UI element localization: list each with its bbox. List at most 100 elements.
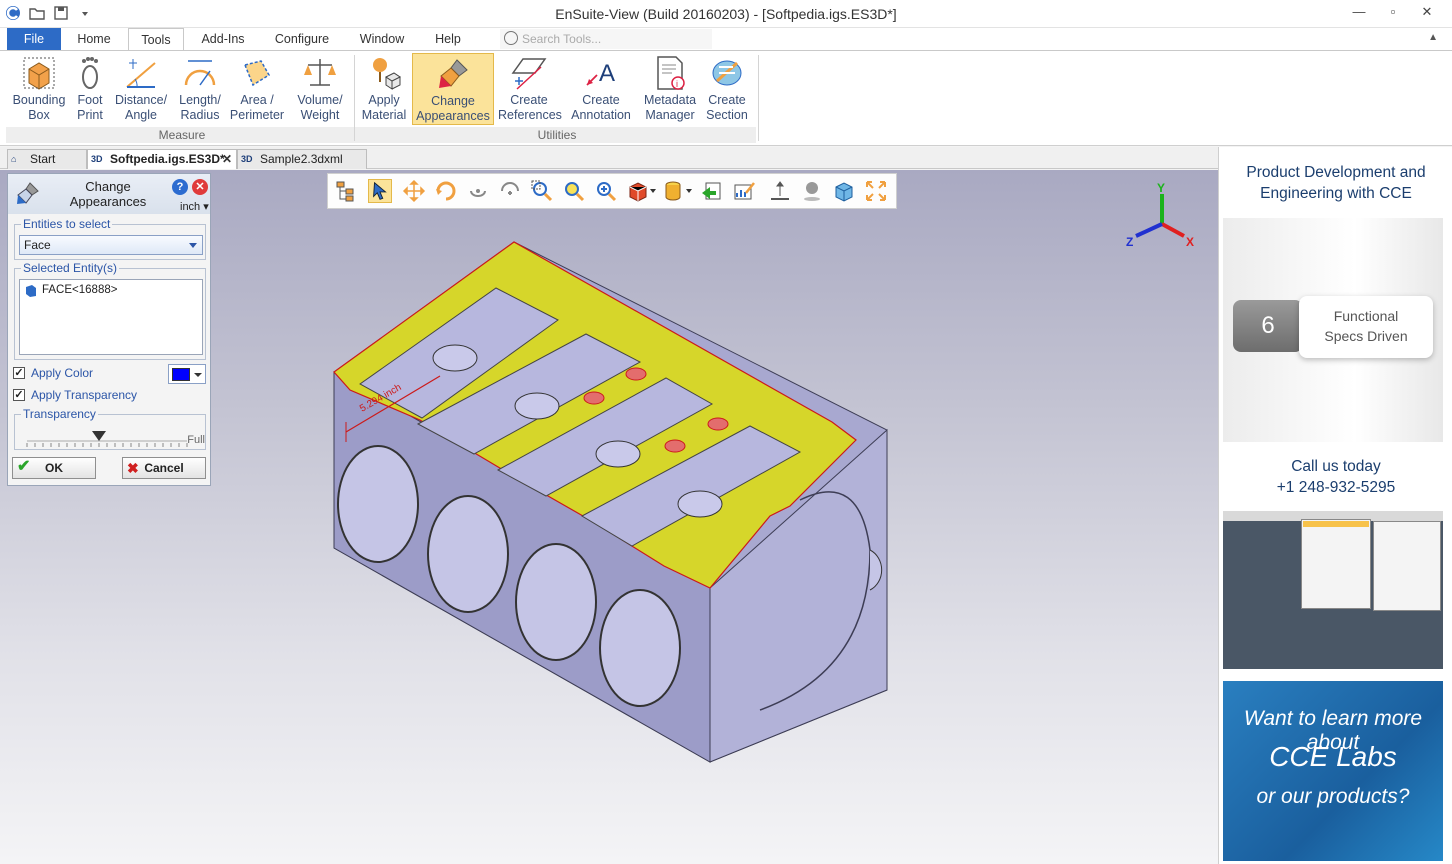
create-references-button[interactable]: Create References	[498, 53, 562, 125]
selected-entities-group: Selected Entity(s) FACE<16888>	[14, 261, 206, 360]
svg-text:i: i	[676, 79, 678, 89]
distance-angle-icon	[123, 55, 159, 91]
ribbon-tabs: File Home Tools Add-Ins Configure Window…	[0, 28, 1452, 51]
bounding-box-button[interactable]: Bounding Box	[8, 53, 70, 125]
isometric-view-icon[interactable]	[832, 179, 856, 203]
zoom-fit-icon[interactable]	[562, 179, 586, 203]
create-section-button[interactable]: Create Section	[700, 53, 754, 125]
search-tools-input[interactable]: Search Tools...	[500, 29, 712, 49]
svg-text:Z: Z	[1126, 235, 1133, 249]
close-window-button[interactable]: ✕	[1410, 4, 1444, 20]
roll-icon[interactable]	[498, 179, 522, 203]
fullscreen-icon[interactable]	[864, 179, 888, 203]
ad-screenshot[interactable]	[1223, 511, 1443, 669]
section-icon	[709, 55, 745, 91]
apply-material-button[interactable]: Apply Material	[358, 53, 410, 125]
rotate-icon[interactable]	[434, 179, 458, 203]
ad-headline[interactable]: Product Development and Engineering with…	[1219, 162, 1452, 204]
area-perimeter-button[interactable]: Area / Perimeter	[228, 53, 286, 125]
display-mode-icon[interactable]	[626, 179, 658, 203]
ad-sidebar: Product Development and Engineering with…	[1218, 147, 1452, 864]
svg-text:Y: Y	[1157, 181, 1165, 195]
spin-icon[interactable]	[466, 179, 490, 203]
face-icon	[26, 285, 36, 297]
ground-plane-icon[interactable]	[768, 179, 792, 203]
volume-weight-button[interactable]: Volume/Weight	[290, 53, 350, 125]
panel-title: Change Appearances	[69, 179, 147, 209]
paint-brush-icon	[17, 182, 39, 204]
close-tab-icon[interactable]: ✕	[222, 150, 232, 168]
minimize-button[interactable]: —	[1342, 4, 1376, 20]
tab-tools[interactable]: Tools	[128, 28, 184, 51]
entities-combo[interactable]: Face	[19, 235, 203, 255]
tab-configure[interactable]: Configure	[262, 28, 342, 50]
length-radius-button[interactable]: Length/Radius	[172, 53, 228, 125]
collapse-ribbon-icon[interactable]: ▲	[1428, 32, 1438, 43]
length-radius-icon	[182, 55, 218, 91]
apply-transparency-checkbox[interactable]: ✓	[13, 389, 25, 401]
list-item[interactable]: FACE<16888>	[24, 284, 198, 297]
ad-learn-more[interactable]: Want to learn more about CCE Labs or our…	[1223, 681, 1443, 861]
scale-icon	[302, 55, 338, 91]
close-panel-button[interactable]: ✕	[192, 179, 208, 195]
cylinder-view-icon[interactable]	[662, 179, 694, 203]
3d-file-icon: 3D	[91, 154, 103, 164]
home-page-icon: ⌂	[11, 154, 17, 164]
transparency-slider[interactable]: Full	[19, 423, 207, 449]
title-bar: EnSuite-View (Build 20160203) - [Softped…	[0, 0, 1452, 28]
tab-start-page[interactable]: ⌂ Start Page	[7, 149, 87, 184]
document-tabs: ⌂ Start Page 3D Softpedia.igs.ES3D* ✕ 3D…	[0, 147, 1218, 184]
lightbulb-icon	[504, 31, 518, 45]
transparency-group: Transparency Full	[14, 407, 207, 450]
tab-add-ins[interactable]: Add-Ins	[190, 28, 256, 50]
tab-window[interactable]: Window	[348, 28, 416, 50]
selected-entities-list[interactable]: FACE<16888>	[19, 279, 203, 355]
entities-legend: Entities to select	[21, 217, 113, 231]
ok-button[interactable]: ✔ OK	[12, 457, 96, 479]
references-plane-icon	[511, 55, 547, 91]
paint-brush-icon	[435, 56, 471, 92]
apply-color-checkbox[interactable]: ✓	[13, 367, 25, 379]
selected-legend: Selected Entity(s)	[21, 261, 120, 275]
badge-text: Functional Specs Driven	[1299, 296, 1433, 358]
3d-viewport[interactable]: 5.294 inch Y X Z Change Appearances ? ✕ …	[0, 170, 1218, 864]
metadata-manager-button[interactable]: i Metadata Manager	[640, 53, 700, 125]
shadow-icon[interactable]	[800, 179, 824, 203]
apply-transparency-label: Apply Transparency	[31, 388, 138, 402]
change-appearances-button[interactable]: Change Appearances	[412, 53, 494, 125]
restore-button[interactable]: ▫	[1376, 4, 1410, 20]
badge-number: 6	[1233, 300, 1303, 352]
tab-home[interactable]: Home	[66, 28, 122, 50]
color-picker[interactable]	[168, 364, 206, 384]
tab-help[interactable]: Help	[420, 28, 476, 50]
metadata-document-icon: i	[652, 55, 688, 91]
view-toolbar	[327, 173, 897, 209]
tab-softpedia-es3d[interactable]: 3D Softpedia.igs.ES3D* ✕	[87, 149, 237, 169]
tab-file[interactable]: File	[7, 28, 61, 50]
unit-selector[interactable]: inch ▾	[180, 200, 209, 213]
ad-functional-specs[interactable]: 6 Functional Specs Driven	[1223, 218, 1443, 442]
checkmark-icon: ✔	[17, 458, 31, 475]
zoom-icon[interactable]	[594, 179, 618, 203]
tab-sample2-3dxml[interactable]: 3D Sample2.3dxml	[237, 149, 367, 169]
zoom-window-icon[interactable]	[530, 179, 554, 203]
select-arrow-icon[interactable]	[368, 179, 392, 203]
search-placeholder: Search Tools...	[522, 32, 602, 46]
distance-angle-button[interactable]: Distance/Angle	[112, 53, 170, 125]
window-controls: — ▫ ✕	[1342, 4, 1444, 20]
chevron-down-icon	[189, 243, 197, 248]
edit-chart-icon[interactable]	[732, 179, 756, 203]
cancel-button[interactable]: ✖ Cancel	[122, 457, 206, 479]
tree-icon[interactable]	[334, 179, 358, 203]
pan-icon[interactable]	[402, 179, 426, 203]
create-annotation-button[interactable]: A Create Annotation	[566, 53, 636, 125]
x-icon: ✖	[127, 460, 139, 476]
svg-text:A: A	[599, 60, 615, 87]
help-button[interactable]: ?	[172, 179, 188, 195]
apply-material-icon	[366, 55, 402, 91]
color-swatch	[172, 368, 190, 381]
foot-print-button[interactable]: Foot Print	[70, 53, 110, 125]
entities-to-select-group: Entities to select Face	[14, 217, 206, 260]
ad-call[interactable]: Call us today +1 248-932-5295	[1219, 456, 1452, 498]
import-icon[interactable]	[700, 179, 724, 203]
